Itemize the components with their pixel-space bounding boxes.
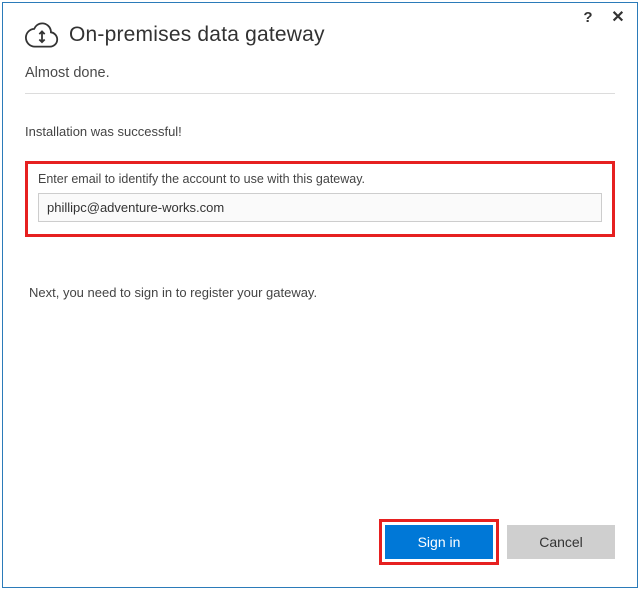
dialog-subtitle: Almost done. (3, 55, 637, 93)
signin-highlight: Sign in (379, 519, 499, 565)
dialog-title: On-premises data gateway (69, 23, 325, 47)
footer-buttons: Sign in Cancel (379, 519, 615, 565)
email-label: Enter email to identify the account to u… (38, 172, 602, 186)
cloud-gateway-icon (25, 21, 59, 49)
email-highlight-box: Enter email to identify the account to u… (25, 161, 615, 237)
dialog-window: ? ✕ On-premises data gateway Almost done… (2, 2, 638, 588)
help-icon[interactable]: ? (579, 9, 597, 27)
email-field[interactable] (38, 193, 602, 222)
status-text: Installation was successful! (3, 94, 637, 139)
next-step-text: Next, you need to sign in to register yo… (3, 237, 637, 300)
close-icon[interactable]: ✕ (609, 9, 627, 27)
cancel-button[interactable]: Cancel (507, 525, 615, 559)
signin-button[interactable]: Sign in (385, 525, 493, 559)
titlebar: On-premises data gateway (3, 3, 637, 55)
window-controls: ? ✕ (579, 9, 627, 27)
